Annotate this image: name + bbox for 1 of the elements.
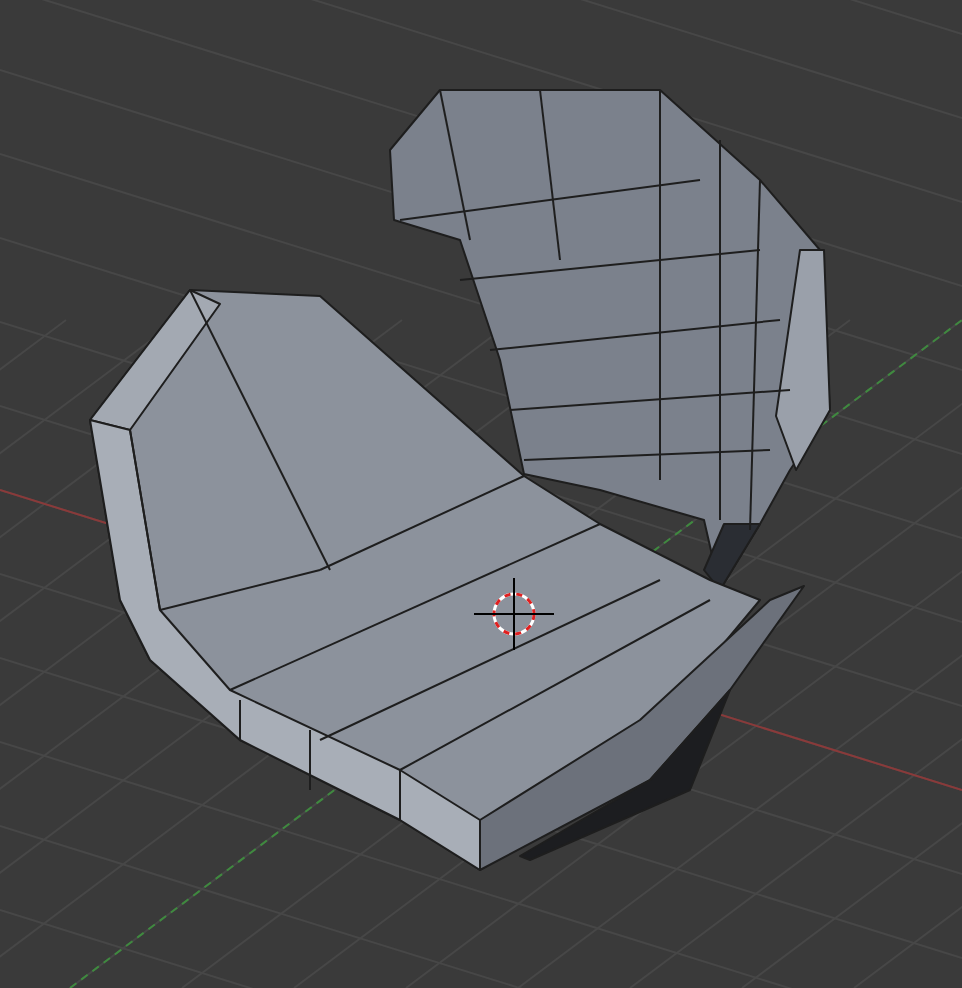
3d-cursor-icon[interactable] bbox=[473, 577, 555, 651]
